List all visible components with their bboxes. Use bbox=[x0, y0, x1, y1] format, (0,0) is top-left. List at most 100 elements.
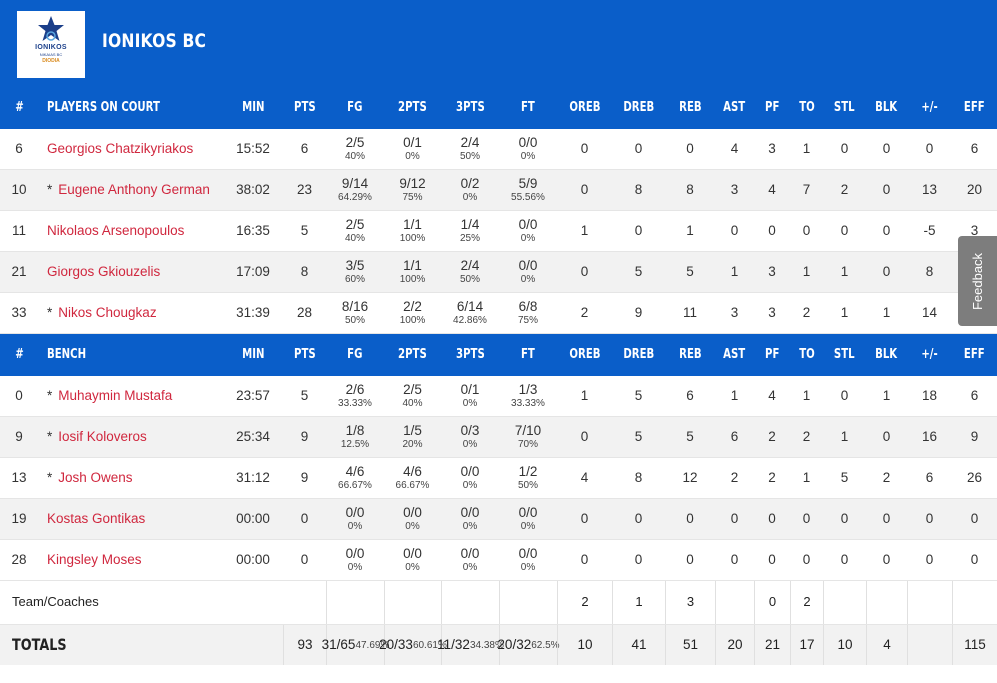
shooting-fg: 3/5 60% bbox=[326, 258, 384, 286]
column-header-label: +/- bbox=[921, 346, 938, 362]
stat-to: 0 bbox=[802, 222, 811, 238]
fg-percentage: 0% bbox=[347, 562, 363, 574]
fg-percentage: 64.29% bbox=[338, 192, 372, 204]
player-name-link[interactable]: Josh Owens bbox=[58, 470, 132, 485]
team-stat-reb: 3 bbox=[665, 581, 715, 624]
jersey-number: 13 bbox=[11, 469, 27, 485]
stat-stl: 0 bbox=[840, 387, 849, 403]
fg-made-attempted: 0/0 bbox=[345, 545, 365, 561]
points: 5 bbox=[300, 222, 309, 238]
column-header-label: EFF bbox=[964, 346, 985, 362]
player-name-link[interactable]: Eugene Anthony German bbox=[58, 182, 210, 197]
jersey-number: 10 bbox=[11, 181, 27, 197]
shooting-ft: 5/9 55.56% bbox=[499, 176, 557, 204]
team-name: IONIKOS BC bbox=[102, 30, 207, 52]
stat-pm: 8 bbox=[925, 263, 934, 279]
feedback-button[interactable]: Feedback bbox=[958, 236, 997, 326]
shooting-fg: 2/6 33.33% bbox=[326, 382, 384, 410]
player-name-link[interactable]: Kostas Gontikas bbox=[47, 511, 145, 526]
stat-ast: 1 bbox=[730, 263, 739, 279]
team-stat-oreb: 2 bbox=[557, 581, 612, 624]
stat-pf: 3 bbox=[768, 304, 776, 320]
column-header-label: 3PTS bbox=[455, 100, 485, 116]
column-header-dreb: DREB bbox=[612, 347, 665, 362]
fg-made-attempted: 9/14 bbox=[341, 175, 369, 191]
player-name-link[interactable]: Muhaymin Mustafa bbox=[58, 388, 172, 403]
player-cell: Nikolaos Arsenopoulos bbox=[38, 223, 223, 239]
total-p3-made-attempted: 11/32 bbox=[437, 636, 470, 652]
minutes: 00:00 bbox=[236, 510, 270, 526]
player-name-link[interactable]: Kingsley Moses bbox=[47, 552, 142, 567]
stat-ast: 0 bbox=[730, 551, 739, 567]
player-cell: Kostas Gontikas bbox=[38, 511, 223, 527]
player-name-link[interactable]: Georgios Chatzikyriakos bbox=[47, 141, 193, 156]
stat-stl: 0 bbox=[840, 222, 849, 238]
starter-marker: * bbox=[47, 387, 53, 403]
p2-percentage: 100% bbox=[399, 274, 426, 286]
stat-pf: 0 bbox=[768, 222, 776, 238]
player-name-link[interactable]: Iosif Koloveros bbox=[58, 429, 147, 444]
p2-percentage: 20% bbox=[402, 439, 423, 451]
team-empty-p3 bbox=[441, 581, 499, 624]
shooting-p2: 1/1 100% bbox=[384, 217, 441, 245]
stat-to: 0 bbox=[802, 510, 811, 526]
stat-eff: 6 bbox=[970, 140, 979, 156]
stat-eff: 9 bbox=[970, 428, 979, 444]
player-cell: * Iosif Koloveros bbox=[38, 429, 223, 445]
stat-to: 7 bbox=[802, 181, 811, 197]
total-stat-pm bbox=[907, 625, 952, 665]
stat-stl: 0 bbox=[840, 510, 849, 526]
p3-made-attempted: 0/0 bbox=[460, 504, 480, 520]
fg-percentage: 33.33% bbox=[338, 398, 372, 410]
stat-pm: -5 bbox=[923, 222, 936, 238]
total-stat-pf: 21 bbox=[754, 625, 790, 665]
shooting-ft: 1/2 50% bbox=[499, 464, 557, 492]
column-header-label: FT bbox=[521, 100, 535, 116]
player-name-link[interactable]: Giorgos Gkiouzelis bbox=[47, 264, 160, 279]
stat-dreb: 5 bbox=[634, 263, 643, 279]
column-header-blk: BLK bbox=[866, 347, 907, 362]
stat-oreb: 0 bbox=[580, 181, 589, 197]
player-row: 13 * Josh Owens 31:12 9 4/6 66.67% 4/6 66.67% 0/0… bbox=[0, 458, 997, 499]
player-row: 21 Giorgos Gkiouzelis 17:09 8 3/5 60% 1/1 100% 2… bbox=[0, 252, 997, 293]
fg-made-attempted: 2/5 bbox=[345, 216, 365, 232]
column-header-ft: FT bbox=[499, 100, 557, 116]
shooting-p2: 1/1 100% bbox=[384, 258, 441, 286]
total-shooting-ft: 20/32 62.5% bbox=[497, 625, 560, 665]
player-name-link[interactable]: Nikos Chougkaz bbox=[58, 305, 156, 320]
total-ft-percentage: 62.5% bbox=[531, 640, 560, 651]
column-header-ast: AST bbox=[715, 101, 754, 116]
p3-percentage: 0% bbox=[462, 192, 478, 204]
stat-reb: 6 bbox=[686, 387, 694, 403]
fg-percentage: 60% bbox=[344, 274, 365, 286]
header-row-bench: # BENCH MIN PTS FG 2PTS 3PTS FT OREB DREB REB AST PF… bbox=[0, 334, 997, 376]
stat-eff: 6 bbox=[970, 387, 979, 403]
player-name-link[interactable]: Nikolaos Arsenopoulos bbox=[47, 223, 184, 238]
stat-ast: 6 bbox=[730, 428, 739, 444]
points: 23 bbox=[296, 181, 313, 197]
stat-stl: 5 bbox=[840, 469, 849, 485]
points: 5 bbox=[300, 387, 309, 403]
stat-stl: 0 bbox=[840, 551, 849, 567]
column-header-label: REB bbox=[678, 100, 702, 116]
ft-percentage: 0% bbox=[520, 151, 536, 163]
stat-dreb: 8 bbox=[634, 469, 643, 485]
column-header-reb: REB bbox=[665, 346, 715, 362]
stat-oreb: 1 bbox=[580, 387, 589, 403]
player-row: 6 Georgios Chatzikyriakos 15:52 6 2/5 40% 0/1 0… bbox=[0, 129, 997, 170]
totals-row: TOTALS 93 31/65 47.69% 20/33 60.61% 11/32 34.38… bbox=[0, 625, 997, 665]
shooting-ft: 0/0 0% bbox=[499, 258, 557, 286]
p2-percentage: 0% bbox=[405, 521, 420, 533]
stat-dreb: 9 bbox=[634, 304, 643, 320]
team-empty-fg bbox=[326, 581, 384, 624]
feedback-label: Feedback bbox=[970, 252, 985, 310]
column-header-fg: FG bbox=[326, 101, 384, 116]
column-header-label: OREB bbox=[568, 100, 601, 116]
column-header-label: REB bbox=[678, 346, 702, 362]
boxscore-table: # PLAYERS ON COURT MIN PTS FG 2PTS 3PTS FT OREB D… bbox=[0, 88, 997, 665]
stat-stl: 1 bbox=[840, 304, 849, 320]
points: 0 bbox=[300, 551, 309, 567]
stat-reb: 0 bbox=[686, 510, 694, 526]
jersey-number: 0 bbox=[15, 387, 23, 403]
team-stat-eff bbox=[952, 581, 997, 624]
